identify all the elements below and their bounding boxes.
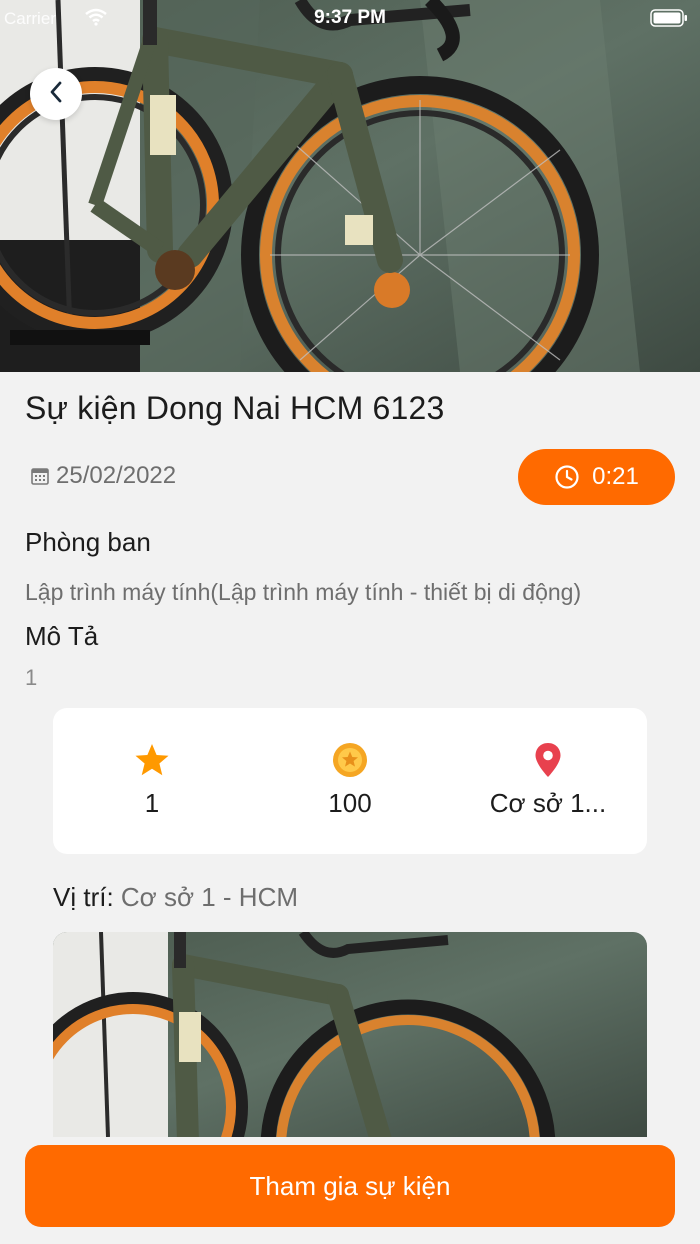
battery-icon: [650, 9, 688, 27]
event-cover-image: [0, 0, 700, 372]
department-value: Lập trình máy tính(Lập trình máy tính - …: [25, 579, 582, 605]
join-event-button[interactable]: Tham gia sự kiện: [25, 1145, 675, 1227]
clock-icon: [554, 464, 580, 490]
department-label: Phòng ban: [25, 527, 151, 557]
status-bar: Carrier 9:37 PM: [0, 0, 700, 38]
calendar-icon: [30, 466, 50, 486]
stat-points-value: 100: [328, 788, 372, 818]
timer-value: 0:21: [592, 463, 639, 490]
status-time: 9:37 PM: [314, 7, 386, 28]
description-value: 1: [25, 665, 38, 690]
stat-points: 100: [251, 708, 449, 854]
event-date-row: 25/02/2022: [30, 462, 176, 490]
event-stats-card: 1 100 Cơ sở 1...: [53, 708, 647, 854]
chevron-left-icon: [48, 81, 64, 108]
location-value: Cơ sở 1 - HCM: [120, 882, 299, 912]
stat-stars: 1: [53, 708, 251, 854]
star-icon: [134, 742, 170, 778]
event-detail-screen: Carrier 9:37 PM Sự kiện Dong Nai HCM 612…: [0, 0, 700, 1244]
coin-icon: [332, 742, 368, 778]
timer-badge: 0:21: [518, 449, 675, 505]
stat-location: Cơ sở 1...: [449, 708, 647, 854]
event-date: 25/02/2022: [56, 462, 177, 489]
location-row: Vị trí: Cơ sở 1 - HCM: [53, 882, 298, 913]
stat-location-value: Cơ sở 1...: [489, 788, 607, 818]
event-photo: [53, 932, 647, 1137]
back-button[interactable]: [30, 68, 82, 120]
stat-stars-value: 1: [144, 788, 160, 818]
event-title: Sự kiện Dong Nai HCM 6123: [25, 390, 445, 426]
location-label: Vị trí:: [53, 882, 114, 912]
description-label: Mô Tả: [25, 621, 99, 651]
map-pin-icon: [534, 742, 562, 778]
join-event-label: Tham gia sự kiện: [249, 1170, 451, 1201]
